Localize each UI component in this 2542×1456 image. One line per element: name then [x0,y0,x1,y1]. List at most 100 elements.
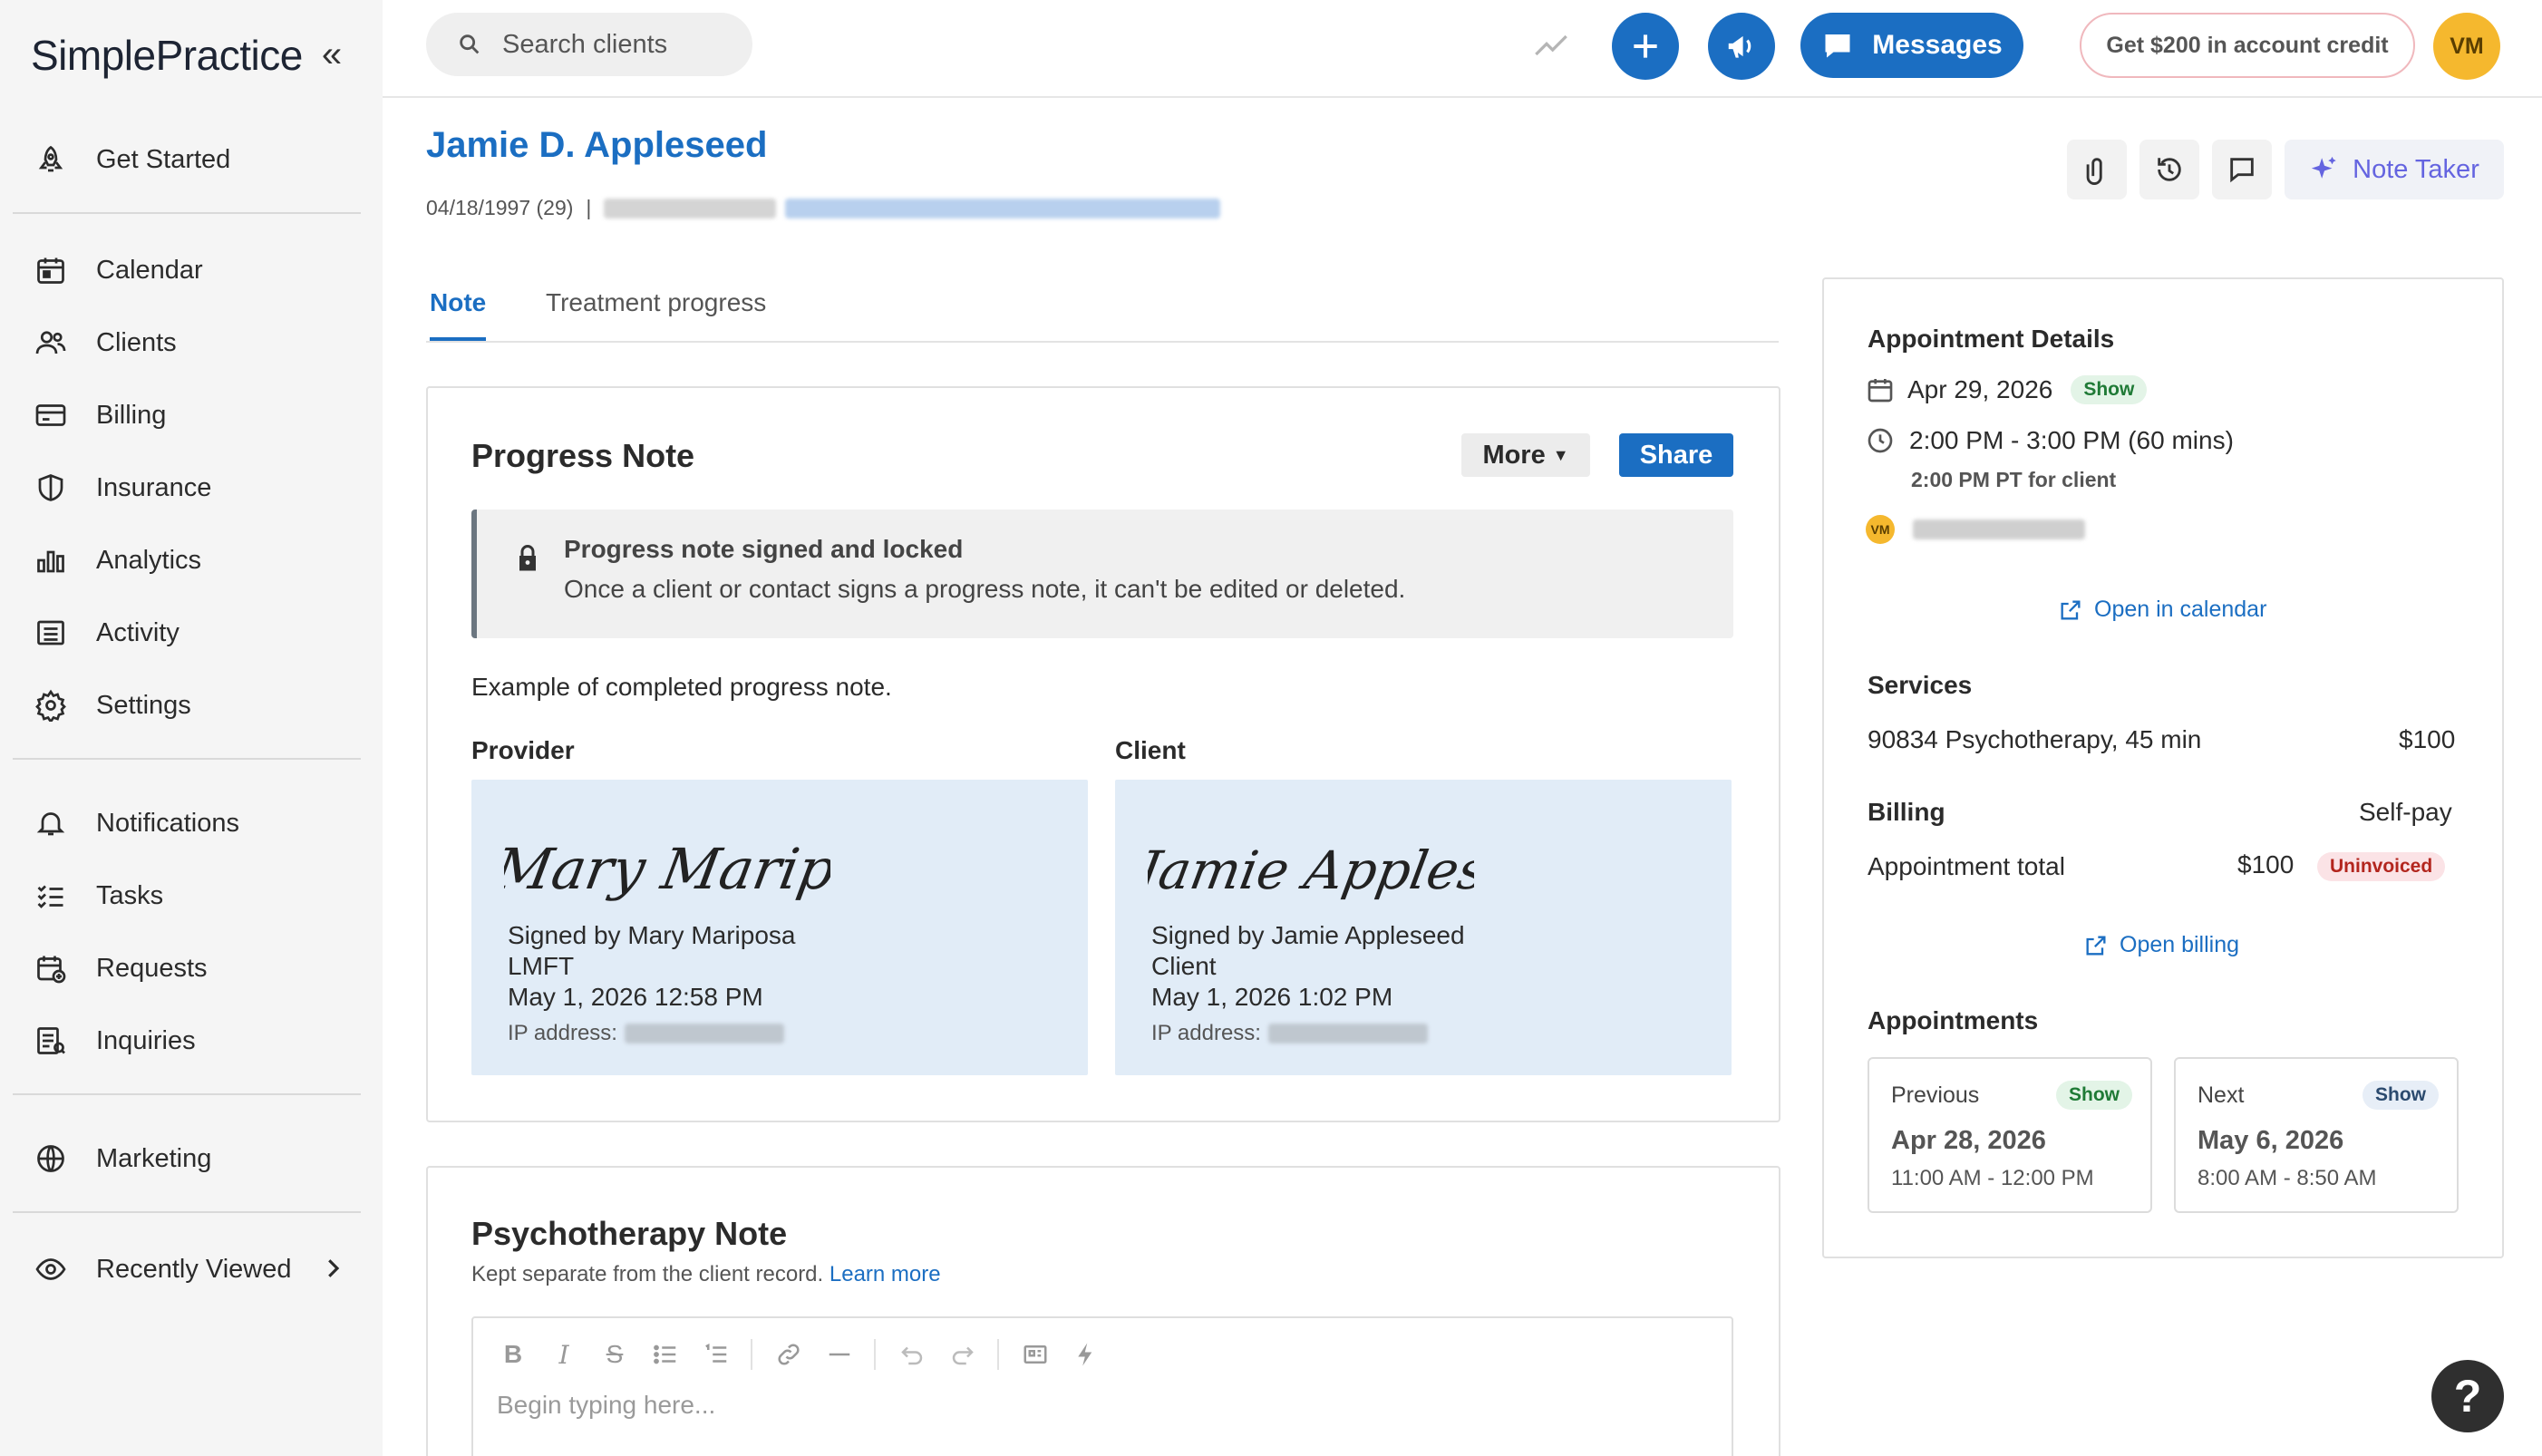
template-icon[interactable] [1019,1338,1052,1371]
help-button[interactable]: ? [2431,1360,2504,1432]
sidebar-item-inquiries[interactable]: Inquiries [33,1014,196,1068]
sidebar-item-notifications[interactable]: Notifications [33,796,239,850]
add-button[interactable] [1612,13,1679,80]
undo-icon[interactable] [896,1338,928,1371]
sidebar: SimplePractice « Get Started Calendar Cl… [0,0,383,1456]
sidebar-item-label: Settings [96,690,191,720]
provider-signature: Mary Mariposa [504,836,830,901]
users-icon [33,325,69,361]
search-placeholder: Search clients [502,29,668,59]
messages-button[interactable]: Messages [1800,13,2023,78]
client-timezone-time: 2:00 PM PT for client [1911,468,2117,491]
horizontal-rule-icon[interactable] [823,1338,856,1371]
lock-icon [519,545,536,571]
sidebar-divider [13,212,361,214]
sidebar-item-tasks[interactable]: Tasks [33,869,163,923]
sidebar-item-billing[interactable]: Billing [33,388,166,442]
comment-button[interactable] [2212,140,2272,199]
sidebar-item-label: Get Started [96,144,231,174]
calendar-plus-icon [33,950,69,986]
history-button[interactable] [2139,140,2199,199]
sidebar-item-analytics[interactable]: Analytics [33,533,201,587]
previous-appointment-card[interactable]: Previous Show Apr 28, 2026 11:00 AM - 12… [1868,1057,2152,1213]
previous-status-badge: Show [2056,1081,2132,1110]
note-taker-label: Note Taker [2353,154,2479,184]
billing-type: Self-pay [2359,798,2452,826]
collapse-sidebar-icon[interactable]: « [314,34,350,74]
redacted-clinician-name [1913,519,2085,539]
tab-divider [426,341,1779,343]
share-button[interactable]: Share [1619,433,1733,477]
psychotherapy-note-subtitle: Kept separate from the client record. Le… [471,1262,941,1287]
calendar-icon [33,252,69,288]
trend-icon[interactable] [1530,27,1572,63]
more-button[interactable]: More ▼ [1461,433,1590,477]
note-taker-button[interactable]: Note Taker [2285,140,2504,199]
psychotherapy-editor[interactable]: B I S Begin typing here... [471,1316,1733,1456]
tab-note[interactable]: Note [430,288,487,341]
app-logo[interactable]: SimplePractice [31,31,303,80]
ip-label: IP address: [508,1021,617,1045]
redacted-contact [604,198,777,218]
sidebar-item-requests[interactable]: Requests [33,941,208,995]
toolbar-separator [751,1339,752,1370]
bullet-list-icon[interactable] [649,1338,682,1371]
sidebar-item-calendar[interactable]: Calendar [33,243,203,297]
redo-icon[interactable] [946,1338,979,1371]
sidebar-item-recently-viewed[interactable]: Recently Viewed [33,1242,291,1296]
appointment-details-heading: Appointment Details [1868,325,2115,353]
history-icon [2158,158,2181,181]
psychotherapy-note-title: Psychotherapy Note [471,1215,788,1252]
chevron-right-icon[interactable] [319,1255,346,1282]
services-heading: Services [1868,671,1973,699]
client-name[interactable]: Jamie D. Appleseed [426,125,767,166]
open-in-calendar-label: Open in calendar [2094,597,2267,622]
toolbar-separator [874,1339,876,1370]
search-input[interactable]: Search clients [426,13,752,76]
account-credit-button[interactable]: Get $200 in account credit [2080,13,2415,78]
appointment-total-label: Appointment total [1868,852,2065,880]
redacted-email [785,198,1221,218]
bold-icon[interactable]: B [497,1338,529,1371]
announcements-button[interactable] [1708,13,1775,80]
next-status-badge: Show [2363,1081,2439,1110]
megaphone-icon [1728,35,1751,58]
italic-icon[interactable]: I [548,1338,580,1371]
open-billing-link[interactable]: Open billing [2083,932,2239,958]
appointments-heading: Appointments [1868,1006,2039,1034]
appointment-date-row: Apr 29, 2026 Show [1866,375,2148,404]
sidebar-item-label: Clients [96,327,177,357]
sidebar-item-activity[interactable]: Activity [33,606,179,660]
sidebar-item-insurance[interactable]: Insurance [33,461,211,515]
user-avatar[interactable]: VM [2433,13,2500,80]
next-appointment-card[interactable]: Next Show May 6, 2026 8:00 AM - 8:50 AM [2174,1057,2459,1213]
sidebar-item-label: Recently Viewed [96,1254,292,1284]
next-date: May 6, 2026 [2198,1126,2344,1155]
strikethrough-icon[interactable]: S [598,1338,631,1371]
client-signed-date: May 1, 2026 1:02 PM [1151,983,1393,1011]
service-name: 90834 Psychotherapy, 45 min [1868,725,2202,753]
sidebar-item-get-started[interactable]: Get Started [33,132,230,187]
progress-note-title: Progress Note [471,437,695,474]
sidebar-item-label: Inquiries [96,1025,196,1055]
numbered-list-icon[interactable] [700,1338,733,1371]
lightning-icon[interactable] [1070,1338,1102,1371]
list-icon [33,615,69,651]
sidebar-item-marketing[interactable]: Marketing [33,1131,211,1186]
toolbar-separator [997,1339,999,1370]
redacted-ip [1267,1024,1428,1043]
open-in-calendar-link[interactable]: Open in calendar [2058,597,2266,623]
client-role: Client [1151,952,1217,980]
tab-treatment-progress[interactable]: Treatment progress [546,288,766,341]
link-icon[interactable] [772,1338,805,1371]
learn-more-link[interactable]: Learn more [830,1262,941,1286]
external-link-icon [2061,600,2081,619]
client-signature-box: Jamie Appleseed Signed by Jamie Applesee… [1115,780,1732,1075]
provider-signature-box: Mary Mariposa Signed by Mary Mariposa LM… [471,780,1088,1075]
sidebar-item-settings[interactable]: Settings [33,678,191,733]
meta-separator: | [586,196,592,219]
attachment-button[interactable] [2067,140,2127,199]
client-signature-text: Jamie Appleseed [1148,840,1474,900]
sidebar-item-clients[interactable]: Clients [33,315,177,370]
provider-ip: IP address: [508,1021,784,1046]
